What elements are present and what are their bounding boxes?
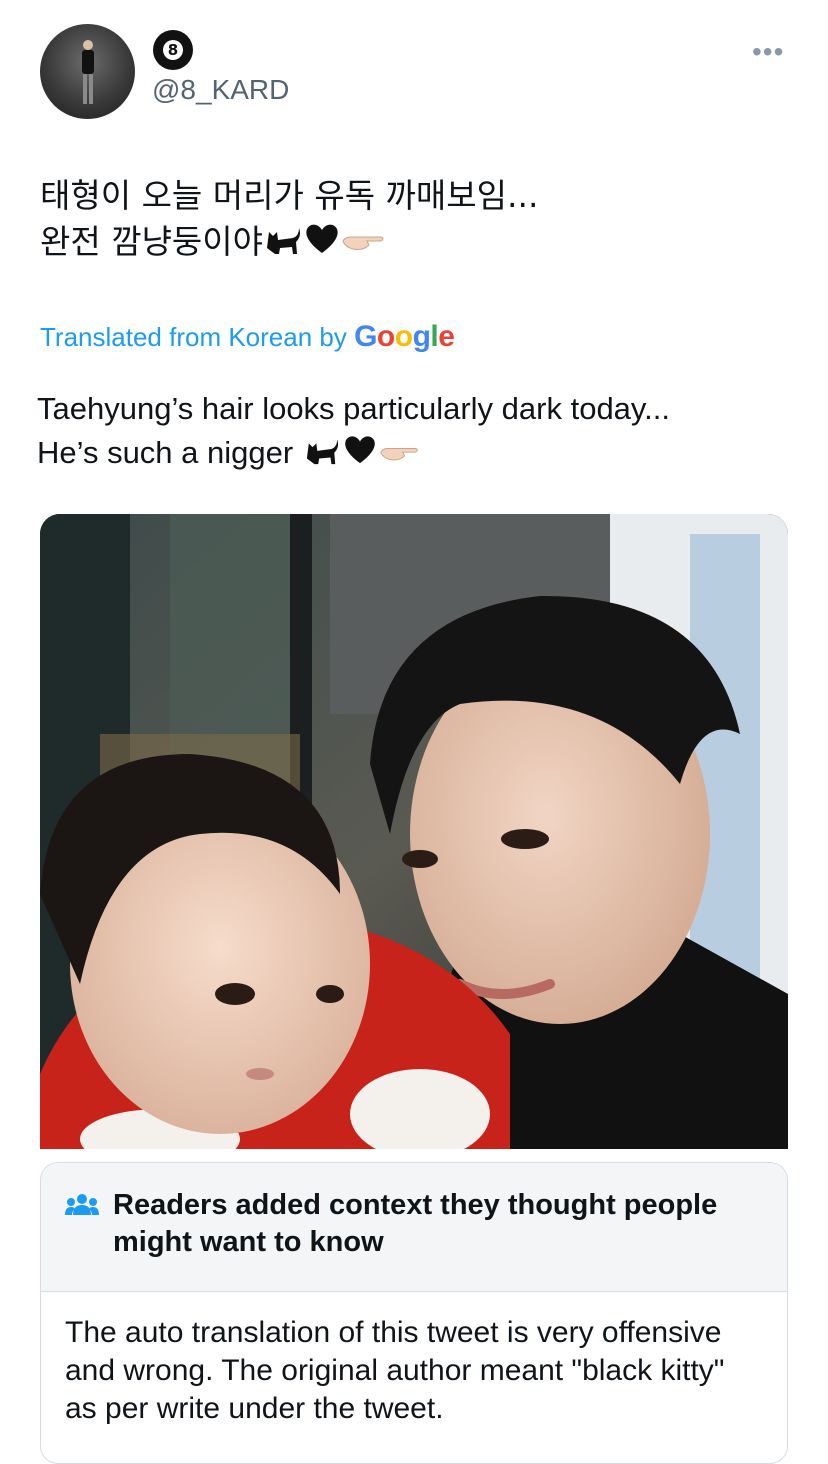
black-heart-icon bbox=[342, 432, 378, 478]
community-note-body: The auto translation of this tweet is ve… bbox=[65, 1316, 725, 1425]
tweet-text-translated: Taehyung’s hair looks particularly dark … bbox=[37, 387, 670, 478]
translated-from-korean-link[interactable]: Translated from Korean by Google bbox=[40, 320, 455, 354]
google-logo: Google bbox=[354, 320, 455, 353]
tweet-text-line-1: 태형이 오늘 머리가 유독 까매보임... bbox=[40, 176, 539, 215]
pointing-hand-icon bbox=[378, 433, 422, 477]
black-cat-icon bbox=[302, 432, 342, 478]
avatar-person-figure bbox=[82, 40, 94, 104]
pointing-hand-icon bbox=[341, 221, 387, 267]
eight-ball-number: 8 bbox=[163, 40, 183, 60]
translated-line-1: Taehyung’s hair looks particularly dark … bbox=[37, 391, 670, 426]
more-options-icon[interactable]: ••• bbox=[752, 36, 784, 68]
community-note-header: Readers added context they thought peopl… bbox=[41, 1163, 787, 1292]
translated-line-2: He’s such a nigger bbox=[37, 435, 302, 470]
avatar[interactable] bbox=[40, 24, 135, 119]
user-handle[interactable]: @8_KARD bbox=[152, 74, 289, 106]
people-group-icon bbox=[65, 1193, 99, 1224]
black-cat-icon bbox=[263, 220, 303, 268]
eight-ball-icon[interactable]: 8 bbox=[153, 30, 193, 70]
tweet-text-original: 태형이 오늘 머리가 유독 까매보임... 완전 깜냥둥이야 bbox=[40, 173, 538, 268]
black-heart-icon bbox=[303, 220, 341, 268]
community-note-title: Readers added context they thought peopl… bbox=[113, 1189, 718, 1258]
tweet-photo[interactable] bbox=[40, 514, 788, 1149]
tweet-text-line-2: 완전 깜냥둥이야 bbox=[40, 222, 264, 261]
translated-label: Translated from Korean by bbox=[40, 322, 355, 352]
selfie-photo-illustration bbox=[40, 514, 788, 1149]
community-note: Readers added context they thought peopl… bbox=[40, 1162, 788, 1464]
